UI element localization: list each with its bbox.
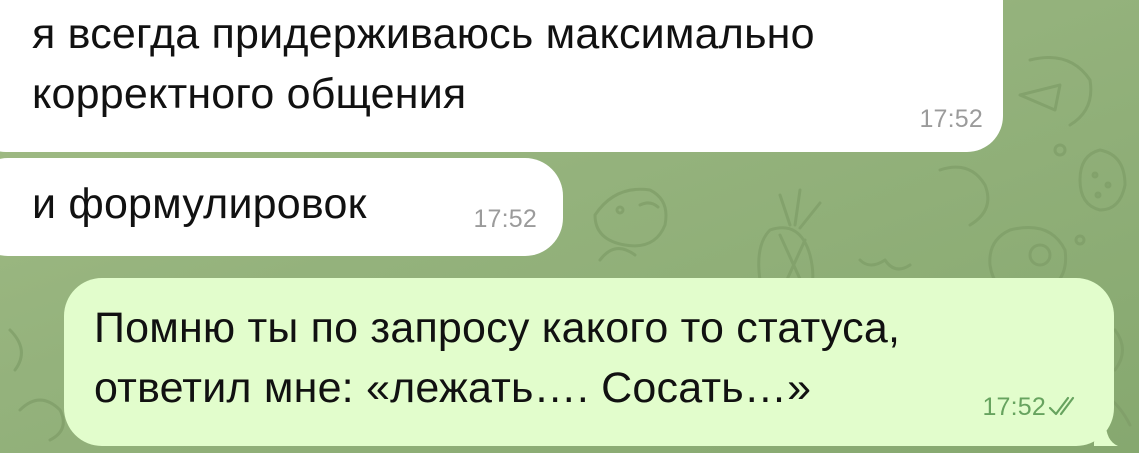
message-time: 17:52 bbox=[919, 105, 983, 133]
message-bubble-incoming[interactable]: и формулировок 17:52 bbox=[0, 158, 563, 256]
message-text-line: я всегда придерживаюсь максимально bbox=[32, 10, 815, 58]
message-time: 17:52 bbox=[473, 205, 537, 233]
message-time: 17:52 bbox=[982, 393, 1046, 421]
message-text-line: корректного общения bbox=[32, 70, 467, 118]
message-bubble-incoming[interactable]: я всегда придерживаюсь максимально корре… bbox=[0, 0, 1003, 152]
double-check-icon bbox=[1048, 396, 1075, 416]
message-bubble-outgoing[interactable]: Помню ты по запросу какого то статуса, о… bbox=[64, 278, 1118, 446]
message-text-line: ответил мне: «лежать…. Сосать…» bbox=[94, 364, 812, 412]
bubble-tail bbox=[1094, 416, 1118, 446]
message-text-line: Помню ты по запросу какого то статуса, bbox=[94, 304, 901, 352]
